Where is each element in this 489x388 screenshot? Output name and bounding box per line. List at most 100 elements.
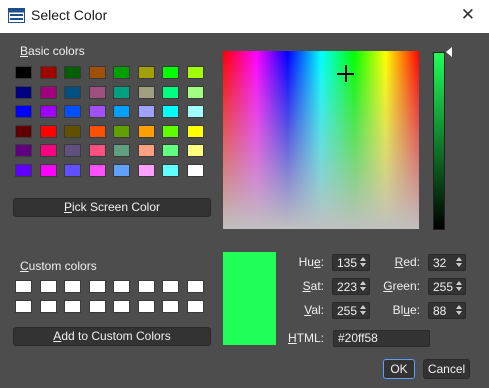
value-slider[interactable] [433, 52, 445, 230]
basic-color-swatch[interactable] [113, 105, 130, 118]
sat-spinbox[interactable]: 223 [332, 278, 370, 295]
custom-color-swatch[interactable] [39, 300, 57, 313]
close-icon[interactable]: ✕ [461, 6, 475, 24]
basic-color-swatch[interactable] [113, 66, 130, 79]
basic-color-swatch[interactable] [162, 85, 179, 99]
slider-arrow-icon[interactable] [446, 47, 452, 57]
green-label: Green: [383, 279, 420, 293]
val-label: Val: [304, 303, 324, 317]
basic-color-swatch[interactable] [113, 144, 130, 157]
crosshair-icon[interactable] [337, 65, 354, 82]
custom-color-swatch[interactable] [88, 300, 106, 313]
basic-color-swatch[interactable] [39, 144, 57, 157]
basic-color-swatch[interactable] [186, 66, 204, 79]
custom-color-swatch[interactable] [162, 300, 179, 313]
hue-label: Hue: [298, 255, 324, 269]
basic-color-swatch[interactable] [64, 66, 81, 79]
basic-color-swatch[interactable] [64, 85, 81, 99]
basic-color-swatch[interactable] [186, 85, 204, 99]
custom-color-swatch[interactable] [137, 280, 155, 293]
basic-color-swatch[interactable] [15, 85, 32, 99]
custom-colors-grid [15, 280, 204, 313]
basic-color-swatch[interactable] [137, 163, 155, 177]
basic-colors-label: Basic colors [20, 44, 85, 58]
custom-color-swatch[interactable] [186, 300, 204, 313]
basic-color-swatch[interactable] [162, 163, 179, 177]
basic-color-swatch[interactable] [162, 124, 179, 138]
html-label: HTML: [288, 331, 325, 345]
custom-colors-label: Custom colors [20, 259, 97, 273]
basic-color-swatch[interactable] [39, 66, 57, 79]
basic-colors-grid [15, 66, 204, 177]
basic-color-swatch[interactable] [186, 144, 204, 157]
basic-color-swatch[interactable] [162, 105, 179, 118]
basic-color-swatch[interactable] [15, 66, 32, 79]
spin-arrows-icon[interactable] [455, 257, 463, 269]
blue-label: Blue: [392, 303, 420, 317]
title-bar: Select Color ✕ [0, 0, 489, 33]
basic-color-swatch[interactable] [186, 105, 204, 118]
basic-color-swatch[interactable] [15, 124, 32, 138]
basic-color-swatch[interactable] [162, 144, 179, 157]
ok-button[interactable]: OK [383, 359, 415, 379]
basic-color-swatch[interactable] [162, 66, 179, 79]
color-preview [223, 252, 276, 345]
custom-color-swatch[interactable] [64, 280, 81, 293]
basic-color-swatch[interactable] [88, 144, 106, 157]
custom-color-swatch[interactable] [113, 280, 130, 293]
basic-color-swatch[interactable] [186, 163, 204, 177]
basic-color-swatch[interactable] [15, 144, 32, 157]
custom-color-swatch[interactable] [162, 280, 179, 293]
hue-saturation-picker[interactable] [223, 51, 419, 229]
red-label: Red: [394, 255, 420, 269]
spin-arrows-icon[interactable] [455, 281, 463, 293]
spin-arrows-icon[interactable] [455, 305, 463, 317]
basic-color-swatch[interactable] [64, 163, 81, 177]
custom-color-swatch[interactable] [64, 300, 81, 313]
basic-color-swatch[interactable] [88, 85, 106, 99]
sat-label: Sat: [302, 279, 324, 293]
basic-color-swatch[interactable] [137, 66, 155, 79]
custom-color-swatch[interactable] [15, 280, 32, 293]
pick-screen-color-button[interactable]: Pick Screen Color [13, 198, 211, 217]
green-spinbox[interactable]: 255 [428, 278, 466, 295]
add-to-custom-colors-button[interactable]: Add to Custom Colors [13, 327, 211, 346]
basic-color-swatch[interactable] [64, 124, 81, 138]
basic-color-swatch[interactable] [186, 124, 204, 138]
basic-color-swatch[interactable] [137, 124, 155, 138]
cancel-button[interactable]: Cancel [423, 359, 470, 379]
basic-color-swatch[interactable] [39, 124, 57, 138]
basic-color-swatch[interactable] [39, 105, 57, 118]
basic-color-swatch[interactable] [88, 66, 106, 79]
basic-color-swatch[interactable] [113, 163, 130, 177]
basic-color-swatch[interactable] [137, 105, 155, 118]
basic-color-swatch[interactable] [15, 105, 32, 118]
basic-color-swatch[interactable] [64, 105, 81, 118]
spin-arrows-icon[interactable] [359, 281, 367, 293]
basic-color-swatch[interactable] [137, 144, 155, 157]
basic-color-swatch[interactable] [39, 163, 57, 177]
val-spinbox[interactable]: 255 [332, 302, 370, 319]
basic-color-swatch[interactable] [15, 163, 32, 177]
basic-color-swatch[interactable] [88, 105, 106, 118]
window-title: Select Color [31, 7, 108, 23]
basic-color-swatch[interactable] [88, 124, 106, 138]
basic-color-swatch[interactable] [113, 124, 130, 138]
basic-color-swatch[interactable] [113, 85, 130, 99]
basic-color-swatch[interactable] [39, 85, 57, 99]
spin-arrows-icon[interactable] [359, 257, 367, 269]
basic-color-swatch[interactable] [64, 144, 81, 157]
hue-spinbox[interactable]: 135 [332, 254, 370, 271]
custom-color-swatch[interactable] [88, 280, 106, 293]
custom-color-swatch[interactable] [186, 280, 204, 293]
html-input[interactable]: #20ff58 [333, 330, 430, 347]
custom-color-swatch[interactable] [137, 300, 155, 313]
custom-color-swatch[interactable] [15, 300, 32, 313]
basic-color-swatch[interactable] [137, 85, 155, 99]
red-spinbox[interactable]: 32 [428, 254, 466, 271]
custom-color-swatch[interactable] [39, 280, 57, 293]
spin-arrows-icon[interactable] [359, 305, 367, 317]
basic-color-swatch[interactable] [88, 163, 106, 177]
custom-color-swatch[interactable] [113, 300, 130, 313]
blue-spinbox[interactable]: 88 [428, 302, 466, 319]
